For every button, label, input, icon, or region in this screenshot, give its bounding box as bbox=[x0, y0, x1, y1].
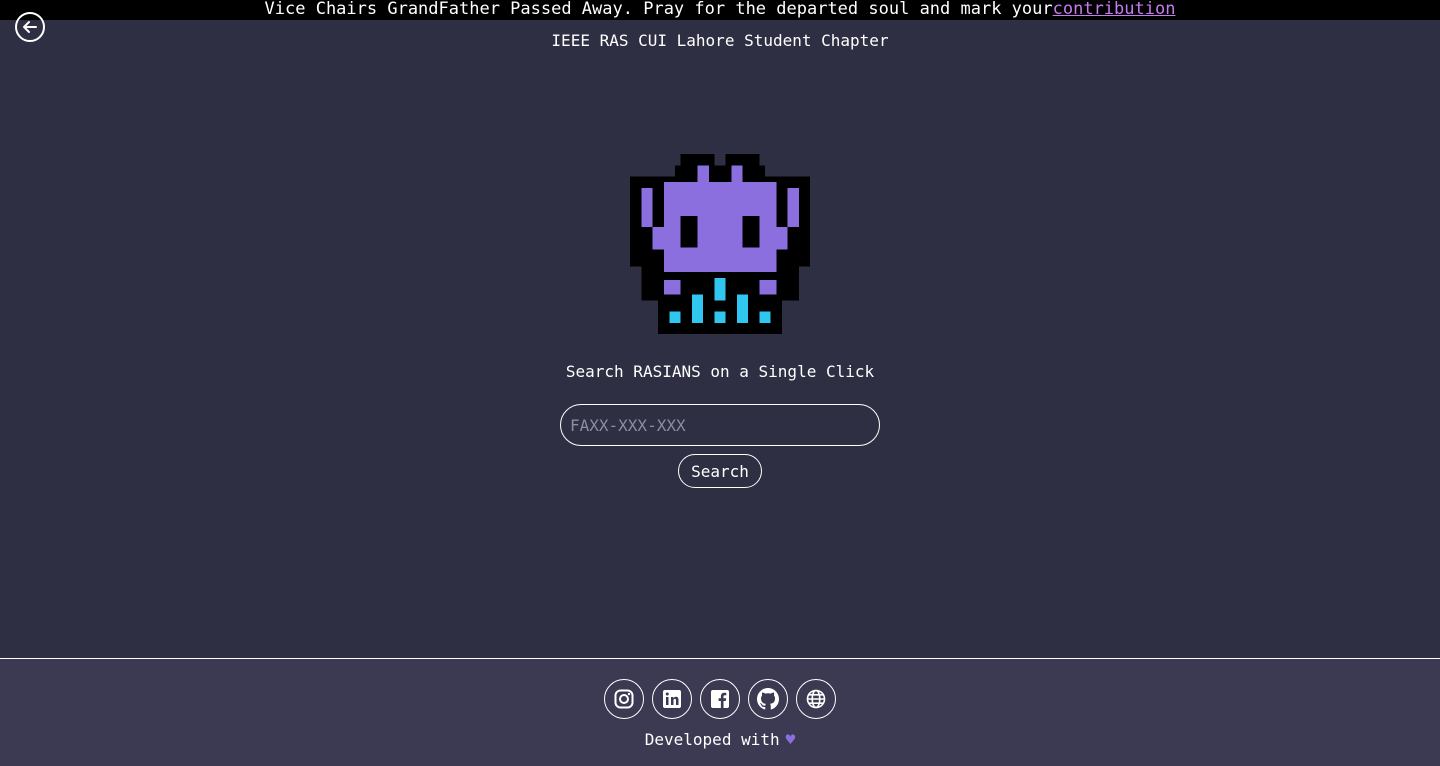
social-links bbox=[604, 679, 836, 719]
developed-with: Developed with ♥ bbox=[0, 729, 1440, 751]
chapter-title: IEEE RAS CUI Lahore Student Chapter bbox=[551, 31, 889, 50]
banner-message: Vice Chairs GrandFather Passed Away. Pra… bbox=[264, 0, 1053, 19]
search-input[interactable] bbox=[560, 404, 880, 446]
heart-icon: ♥ bbox=[785, 730, 796, 749]
globe-icon bbox=[806, 689, 826, 709]
github-button[interactable] bbox=[748, 679, 788, 719]
linkedin-button[interactable] bbox=[652, 679, 692, 719]
instagram-button[interactable] bbox=[604, 679, 644, 719]
instagram-icon bbox=[614, 689, 634, 709]
developed-with-label: Developed with bbox=[644, 730, 780, 749]
search-tagline: Search RASIANS on a Single Click bbox=[565, 362, 875, 381]
footer: Developed with ♥ bbox=[0, 658, 1440, 766]
facebook-button[interactable] bbox=[700, 679, 740, 719]
search-button[interactable]: Search bbox=[678, 454, 762, 488]
contribution-link[interactable]: contribution bbox=[1053, 0, 1176, 19]
facebook-icon bbox=[711, 690, 729, 708]
website-button[interactable] bbox=[796, 679, 836, 719]
announcement-banner: Vice Chairs GrandFather Passed Away. Pra… bbox=[0, 0, 1440, 20]
pixel-alien-icon bbox=[630, 154, 810, 334]
linkedin-icon bbox=[663, 690, 681, 708]
github-icon bbox=[757, 688, 779, 710]
